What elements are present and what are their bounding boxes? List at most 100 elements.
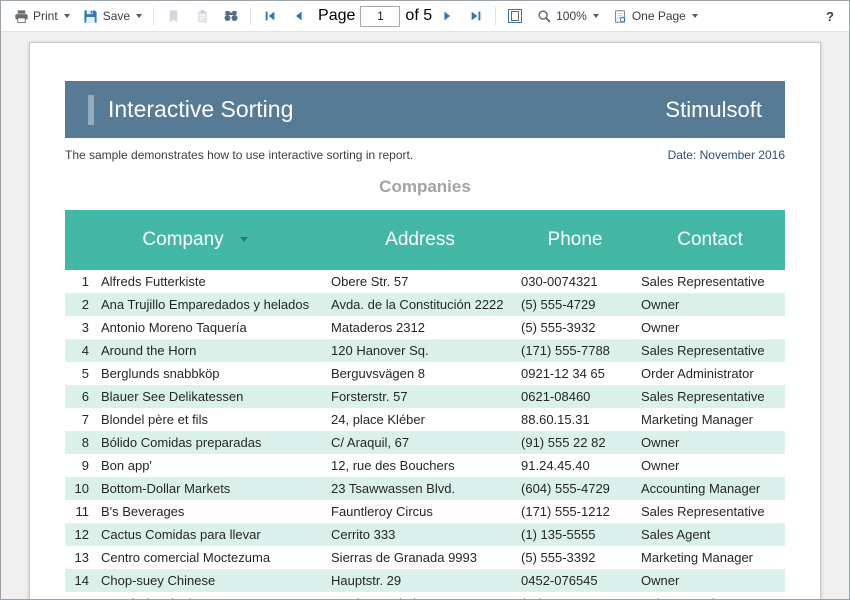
next-page-button[interactable]	[433, 4, 461, 28]
row-number-cell: 13	[65, 546, 95, 569]
company-table-body: 1Alfreds FutterkisteObere Str. 57030-007…	[65, 270, 785, 599]
table-cell: 030-0074321	[515, 270, 635, 293]
table-cell: Sierras de Granada 9993	[325, 546, 515, 569]
chevron-down-icon	[64, 14, 70, 18]
table-cell: Sales Representative	[635, 270, 785, 293]
table-row: 11B's BeveragesFauntleroy Circus(171) 55…	[65, 500, 785, 523]
table-cell: Blondel père et fils	[95, 408, 325, 431]
table-cell: Centro comercial Moctezuma	[95, 546, 325, 569]
table-cell: Around the Horn	[95, 339, 325, 362]
last-page-button[interactable]	[462, 4, 490, 28]
row-number-cell: 7	[65, 408, 95, 431]
printer-icon	[13, 8, 29, 24]
table-cell: 24, place Kléber	[325, 408, 515, 431]
find-icon	[223, 8, 239, 24]
report-meta-row: The sample demonstrates how to use inter…	[65, 148, 785, 162]
table-cell: Marketing Manager	[635, 546, 785, 569]
row-number-cell: 6	[65, 385, 95, 408]
find-button[interactable]	[217, 4, 245, 28]
table-cell: Owner	[635, 454, 785, 477]
view-mode-label: One Page	[632, 9, 686, 23]
view-mode-button[interactable]: One Page	[606, 4, 704, 28]
chevron-down-icon	[593, 14, 599, 18]
table-cell: Owner	[635, 316, 785, 339]
zoom-icon	[536, 8, 552, 24]
last-page-icon	[468, 8, 484, 24]
table-cell: Avda. de la Constitución 2222	[325, 293, 515, 316]
first-page-button[interactable]	[256, 4, 284, 28]
table-row: 12Cactus Comidas para llevarCerrito 333(…	[65, 523, 785, 546]
save-button[interactable]: Save	[77, 4, 148, 28]
table-cell: (5) 555-4729	[515, 293, 635, 316]
previous-page-button[interactable]	[285, 4, 313, 28]
table-row: 15Comércio MineiroAv. dos Lusíadas, 23(1…	[65, 592, 785, 599]
table-cell: (1) 135-5555	[515, 523, 635, 546]
table-cell: Cactus Comidas para llevar	[95, 523, 325, 546]
table-cell: Obere Str. 57	[325, 270, 515, 293]
brand-label: Stimulsoft	[665, 97, 762, 123]
parameters-icon	[194, 8, 210, 24]
table-cell: Berglunds snabbköp	[95, 362, 325, 385]
report-title: Interactive Sorting	[108, 96, 293, 123]
report-date: Date: November 2016	[668, 148, 785, 162]
table-row: 9Bon app'12, rue des Bouchers91.24.45.40…	[65, 454, 785, 477]
column-header-contact[interactable]: Contact	[635, 210, 785, 270]
table-cell: Marketing Manager	[635, 408, 785, 431]
table-cell: 88.60.15.31	[515, 408, 635, 431]
table-cell: Bon app'	[95, 454, 325, 477]
table-cell: Order Administrator	[635, 362, 785, 385]
table-cell: Bólido Comidas preparadas	[95, 431, 325, 454]
table-cell: 12, rue des Bouchers	[325, 454, 515, 477]
row-number-cell: 11	[65, 500, 95, 523]
viewer-area[interactable]: Interactive Sorting Stimulsoft The sampl…	[1, 32, 849, 599]
table-cell: Alfreds Futterkiste	[95, 270, 325, 293]
bookmarks-button[interactable]	[159, 4, 187, 28]
row-number-cell: 5	[65, 362, 95, 385]
title-accent-bar	[88, 95, 94, 125]
table-row: 4Around the Horn120 Hanover Sq.(171) 555…	[65, 339, 785, 362]
table-cell: Accounting Manager	[635, 477, 785, 500]
table-cell: 0921-12 34 65	[515, 362, 635, 385]
save-icon	[83, 8, 99, 24]
table-cell: Mataderos 2312	[325, 316, 515, 339]
report-viewer-window: Print Save	[0, 0, 850, 600]
row-number-cell: 15	[65, 592, 95, 599]
table-cell: Owner	[635, 431, 785, 454]
row-number-cell: 8	[65, 431, 95, 454]
table-cell: Blauer See Delikatessen	[95, 385, 325, 408]
table-cell: Hauptstr. 29	[325, 569, 515, 592]
table-cell: Cerrito 333	[325, 523, 515, 546]
table-cell: C/ Araquil, 67	[325, 431, 515, 454]
print-button[interactable]: Print	[7, 4, 76, 28]
table-cell: Owner	[635, 569, 785, 592]
section-title: Companies	[65, 177, 785, 197]
column-header-phone[interactable]: Phone	[515, 210, 635, 270]
table-cell: Av. dos Lusíadas, 23	[325, 592, 515, 599]
toolbar: Print Save	[1, 1, 849, 32]
table-cell: Sales Representative	[635, 385, 785, 408]
table-row: 13Centro comercial MoctezumaSierras de G…	[65, 546, 785, 569]
table-header-row: Company Address Phone Contact	[65, 210, 785, 270]
row-number-cell: 9	[65, 454, 95, 477]
row-number-cell: 10	[65, 477, 95, 500]
save-label: Save	[103, 9, 130, 23]
column-header-address[interactable]: Address	[325, 210, 515, 270]
table-row: 5Berglunds snabbköpBerguvsvägen 80921-12…	[65, 362, 785, 385]
help-button[interactable]: ?	[817, 5, 843, 28]
table-row: 2Ana Trujillo Emparedados y heladosAvda.…	[65, 293, 785, 316]
column-header-company[interactable]: Company	[65, 210, 325, 270]
column-header-company-label: Company	[142, 229, 223, 250]
first-page-icon	[262, 8, 278, 24]
page-number-input[interactable]	[360, 6, 400, 27]
table-row: 3Antonio Moreno TaqueríaMataderos 2312(5…	[65, 316, 785, 339]
table-row: 10Bottom-Dollar Markets23 Tsawwassen Blv…	[65, 477, 785, 500]
page-view-button[interactable]	[501, 4, 529, 28]
table-cell: B's Beverages	[95, 500, 325, 523]
table-cell: Bottom-Dollar Markets	[95, 477, 325, 500]
zoom-button[interactable]: 100%	[530, 4, 605, 28]
toolbar-separator	[250, 7, 251, 25]
row-number-cell: 2	[65, 293, 95, 316]
parameters-button[interactable]	[188, 4, 216, 28]
table-row: 8Bólido Comidas preparadasC/ Araquil, 67…	[65, 431, 785, 454]
table-cell: 23 Tsawwassen Blvd.	[325, 477, 515, 500]
